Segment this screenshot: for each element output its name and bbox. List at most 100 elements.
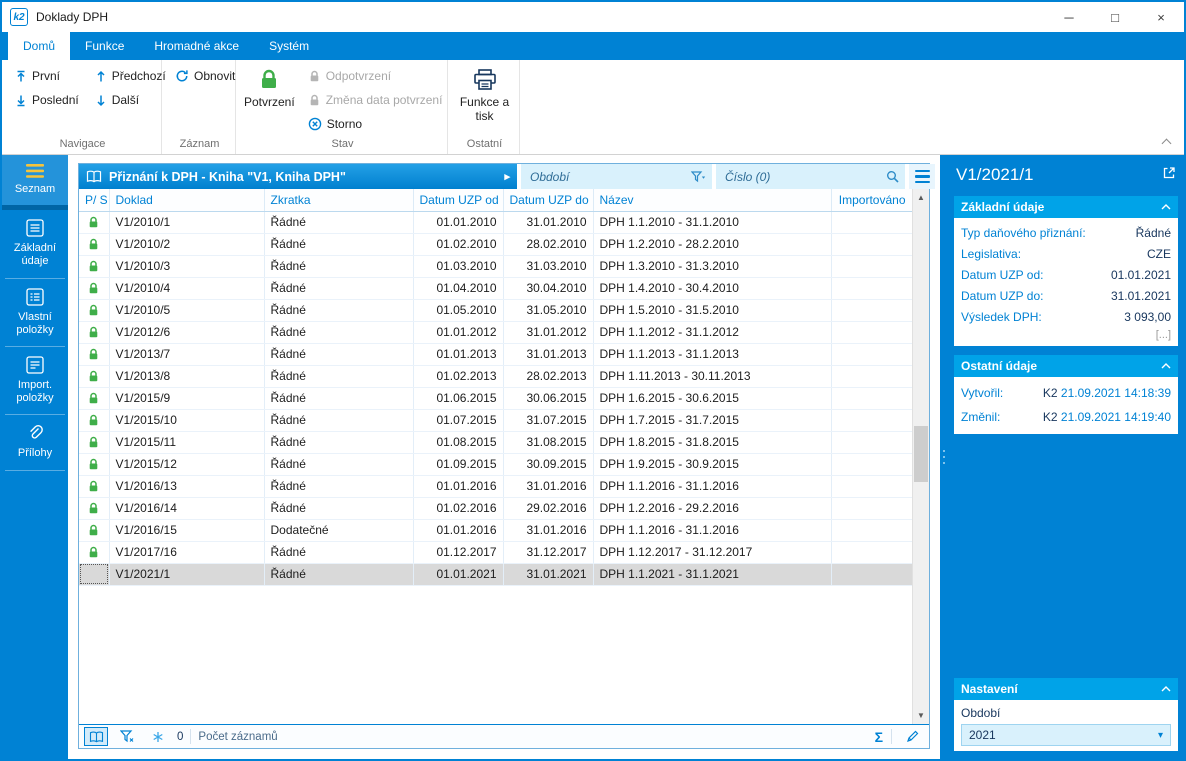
table-row[interactable]: V1/2010/2 Řádné 01.02.2010 28.02.2010 DP… — [79, 233, 913, 256]
section-header-zakladni-udaje[interactable]: Základní údaje — [954, 196, 1178, 218]
open-detail-button[interactable] — [1162, 165, 1176, 185]
tab-hromadne-akce[interactable]: Hromadné akce — [139, 32, 254, 60]
column-header-importovano[interactable]: Importováno — [831, 189, 913, 212]
table-row[interactable]: V1/2017/16 Řádné 01.12.2017 31.12.2017 D… — [79, 541, 913, 564]
column-header-zkratka[interactable]: Zkratka — [264, 189, 414, 212]
lock-cell — [79, 211, 110, 234]
column-header-datum-do[interactable]: Datum UZP do — [503, 189, 594, 212]
tab-system[interactable]: Systém — [254, 32, 324, 60]
ribbon-collapse-button[interactable] — [1161, 137, 1172, 149]
table-row[interactable]: V1/2016/13 Řádné 01.01.2016 31.01.2016 D… — [79, 475, 913, 498]
confirm-button[interactable]: Potvrzení — [242, 66, 297, 109]
book-title-bar[interactable]: Přiznání k DPH - Kniha "V1, Kniha DPH" ▸ — [79, 164, 517, 189]
vertical-scrollbar[interactable]: ▲ ▼ — [912, 189, 929, 724]
table-row[interactable]: V1/2015/10 Řádné 01.07.2015 31.07.2015 D… — [79, 409, 913, 432]
table-row[interactable]: V1/2021/1 Řádné 01.01.2021 31.01.2021 DP… — [79, 563, 913, 586]
previous-record-button[interactable]: Předchozí — [88, 66, 173, 86]
sum-button[interactable]: Σ — [875, 729, 883, 745]
tab-domu[interactable]: Domů — [8, 32, 71, 60]
panel-splitter[interactable] — [940, 155, 948, 759]
table-row[interactable]: V1/2015/11 Řádné 01.08.2015 31.08.2015 D… — [79, 431, 913, 454]
collapse-section-button[interactable] — [1161, 686, 1171, 692]
lock-cell — [79, 321, 110, 344]
lock-cell — [79, 563, 110, 586]
table-row[interactable]: V1/2010/4 Řádné 01.04.2010 30.04.2010 DP… — [79, 277, 913, 300]
field-row: Legislativa: CZE — [961, 246, 1171, 261]
storno-button[interactable]: Storno — [301, 114, 450, 134]
scroll-down-button[interactable]: ▼ — [913, 707, 929, 724]
more-fields-button[interactable]: [...] — [1156, 329, 1171, 341]
chevron-up-icon — [1161, 138, 1172, 149]
table-row[interactable]: V1/2013/7 Řádné 01.01.2013 31.01.2013 DP… — [79, 343, 913, 366]
unlock-icon — [310, 70, 319, 81]
sidebar-item-zakladni-udaje[interactable]: Základní údaje — [2, 210, 68, 277]
number-filter-input[interactable] — [716, 169, 886, 184]
lock-icon — [87, 237, 100, 251]
section-body-zakladni-udaje: Typ daňového přiznání: Řádné Legislativa… — [954, 218, 1178, 346]
column-header-doklad[interactable]: Doklad — [109, 189, 265, 212]
datum-do-cell: 31.05.2010 — [503, 299, 594, 322]
minimize-button[interactable]: ─ — [1046, 2, 1092, 32]
nazev-cell: DPH 1.1.2016 - 31.1.2016 — [593, 475, 832, 498]
table-row[interactable]: V1/2010/5 Řádné 01.05.2010 31.05.2010 DP… — [79, 299, 913, 322]
datum-od-cell: 01.12.2017 — [413, 541, 504, 564]
table-row[interactable]: V1/2012/6 Řádné 01.01.2012 31.01.2012 DP… — [79, 321, 913, 344]
collapse-section-button[interactable] — [1161, 363, 1171, 369]
section-header-ostatni-udaje[interactable]: Ostatní údaje — [954, 355, 1178, 377]
scroll-up-button[interactable]: ▲ — [913, 189, 929, 206]
nazev-cell: DPH 1.2.2016 - 29.2.2016 — [593, 497, 832, 520]
datum-do-cell: 31.01.2013 — [503, 343, 594, 366]
next-record-button[interactable]: Další — [88, 90, 173, 110]
table-row[interactable]: V1/2013/8 Řádné 01.02.2013 28.02.2013 DP… — [79, 365, 913, 388]
maximize-button[interactable]: □ — [1092, 2, 1138, 32]
column-header-datum-od[interactable]: Datum UZP od — [413, 189, 504, 212]
datum-do-cell: 31.01.2021 — [503, 563, 594, 586]
table-row[interactable]: V1/2016/14 Řádné 01.02.2016 29.02.2016 D… — [79, 497, 913, 520]
filter-button[interactable] — [115, 727, 139, 746]
scroll-thumb[interactable] — [914, 426, 928, 483]
importovano-cell — [831, 497, 913, 520]
tab-funkce[interactable]: Funkce — [70, 32, 139, 60]
field-row: Typ daňového přiznání: Řádné — [961, 225, 1171, 240]
doklad-cell: V1/2015/10 — [109, 409, 265, 432]
column-header-ps[interactable]: P/ S — [79, 189, 110, 212]
datum-do-cell: 30.06.2015 — [503, 387, 594, 410]
edit-button[interactable] — [900, 727, 924, 746]
book-expand-arrow-icon[interactable]: ▸ — [504, 170, 510, 183]
sidebar-item-vlastni-polozky[interactable]: Vlastní položky — [2, 279, 68, 346]
zkratka-cell: Řádné — [264, 475, 414, 498]
search-icon[interactable] — [886, 170, 899, 183]
collapse-section-button[interactable] — [1161, 204, 1171, 210]
functions-print-button[interactable]: Funkce a tisk — [454, 66, 515, 123]
scroll-track[interactable] — [913, 206, 929, 707]
period-filter-input[interactable] — [521, 169, 691, 184]
table-row[interactable]: V1/2010/3 Řádné 01.03.2010 31.03.2010 DP… — [79, 255, 913, 278]
field-row: Datum UZP od: 01.01.2021 — [961, 267, 1171, 282]
importovano-cell — [831, 299, 913, 322]
lock-date-icon — [310, 94, 319, 105]
last-record-button[interactable]: Poslední — [8, 90, 86, 110]
section-header-nastaveni[interactable]: Nastavení — [954, 678, 1178, 700]
period-select[interactable]: 2021 ▾ — [961, 724, 1171, 746]
lock-cell — [79, 365, 110, 388]
freeze-button[interactable] — [146, 727, 170, 746]
refresh-button[interactable]: Obnovit — [168, 66, 242, 86]
table-row[interactable]: V1/2015/9 Řádné 01.06.2015 30.06.2015 DP… — [79, 387, 913, 410]
sidebar-item-prilohy[interactable]: Přílohy — [2, 415, 68, 469]
first-record-button[interactable]: První — [8, 66, 86, 86]
table-body: V1/2010/1 Řádné 01.01.2010 31.01.2010 DP… — [79, 211, 913, 586]
sidebar-item-seznam[interactable]: Seznam — [2, 155, 68, 206]
column-header-nazev[interactable]: Název — [593, 189, 832, 212]
book-title: Přiznání k DPH - Kniha "V1, Kniha DPH" — [109, 169, 346, 184]
items-icon — [26, 287, 44, 306]
close-button[interactable]: × — [1138, 2, 1184, 32]
sidebar-item-import-polozky[interactable]: Import. položky — [2, 347, 68, 414]
doklad-cell: V1/2016/13 — [109, 475, 265, 498]
table-row[interactable]: V1/2016/15 Dodatečné 01.01.2016 31.01.20… — [79, 519, 913, 542]
statusbar-divider — [190, 729, 192, 744]
filter-dropdown-icon[interactable] — [691, 170, 706, 183]
table-row[interactable]: V1/2015/12 Řádné 01.09.2015 30.09.2015 D… — [79, 453, 913, 476]
grid-menu-button[interactable] — [909, 164, 935, 189]
table-row[interactable]: V1/2010/1 Řádné 01.01.2010 31.01.2010 DP… — [79, 211, 913, 234]
book-view-button[interactable] — [84, 727, 108, 746]
